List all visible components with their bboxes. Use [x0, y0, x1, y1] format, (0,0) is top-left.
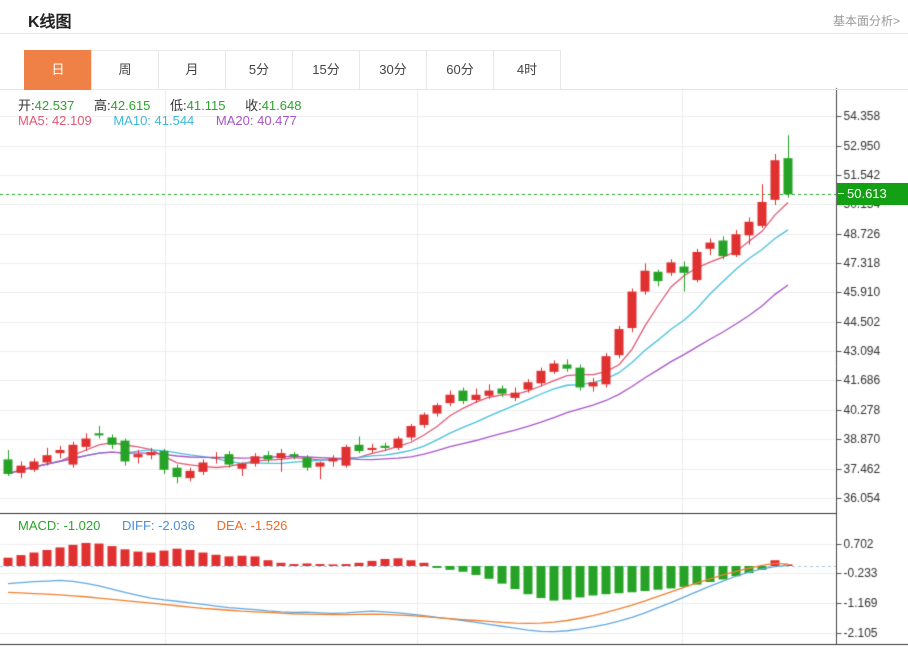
close-readout: 收:41.648: [245, 98, 301, 113]
ma5-value: MA5: 42.109: [18, 113, 92, 128]
fundamental-analysis-link[interactable]: 基本面分析>: [833, 12, 900, 29]
high-value: 42.615: [111, 98, 151, 113]
tab-60min[interactable]: 60分: [426, 50, 494, 90]
period-tabs: 日 周 月 5分 15分 30分 60分 4时: [25, 50, 561, 90]
tab-4hour[interactable]: 4时: [493, 50, 561, 90]
open-value: 42.537: [35, 98, 75, 113]
ma10-value: MA10: 41.544: [113, 113, 194, 128]
macd-value: MACD: -1.020: [18, 518, 100, 533]
header-divider: [0, 33, 908, 34]
ma20-value: MA20: 40.477: [216, 113, 297, 128]
high-readout: 高:42.615: [94, 98, 150, 113]
close-value: 41.648: [262, 98, 302, 113]
ohlc-readout: 开:42.537 高:42.615 低:41.115 收:41.648: [18, 95, 317, 114]
page-title: K线图: [28, 8, 72, 32]
low-readout: 低:41.115: [170, 98, 225, 113]
open-readout: 开:42.537: [18, 98, 74, 113]
high-label: 高:: [94, 98, 111, 113]
tab-week[interactable]: 周: [91, 50, 159, 90]
low-value: 41.115: [187, 98, 226, 113]
kline-page: K线图 基本面分析> 日 周 月 5分 15分 30分 60分 4时 开:42.…: [0, 0, 908, 648]
tab-15min[interactable]: 15分: [292, 50, 360, 90]
last-price-badge: 50.613: [837, 183, 908, 205]
dea-value: DEA: -1.526: [217, 518, 288, 533]
tab-month[interactable]: 月: [158, 50, 226, 90]
open-label: 开:: [18, 98, 35, 113]
tab-30min[interactable]: 30分: [359, 50, 427, 90]
tab-5min[interactable]: 5分: [225, 50, 293, 90]
low-label: 低:: [170, 98, 187, 113]
ma-readout: MA5: 42.109 MA10: 41.544 MA20: 40.477: [18, 113, 297, 128]
tab-day[interactable]: 日: [24, 50, 92, 90]
macd-readout: MACD: -1.020 DIFF: -2.036 DEA: -1.526: [18, 518, 287, 533]
diff-value: DIFF: -2.036: [122, 518, 195, 533]
close-label: 收:: [245, 98, 262, 113]
